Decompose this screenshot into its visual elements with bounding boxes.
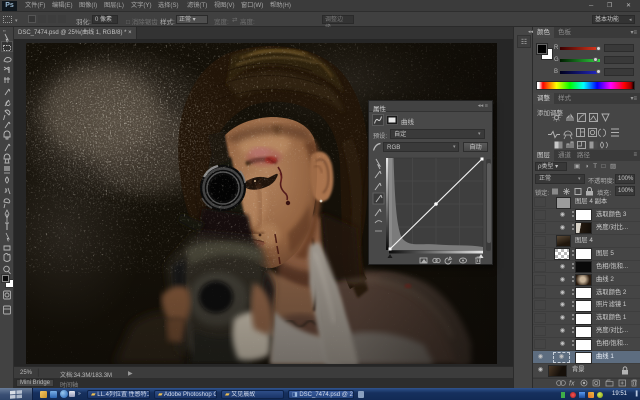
svg-text:fx: fx xyxy=(569,381,575,388)
